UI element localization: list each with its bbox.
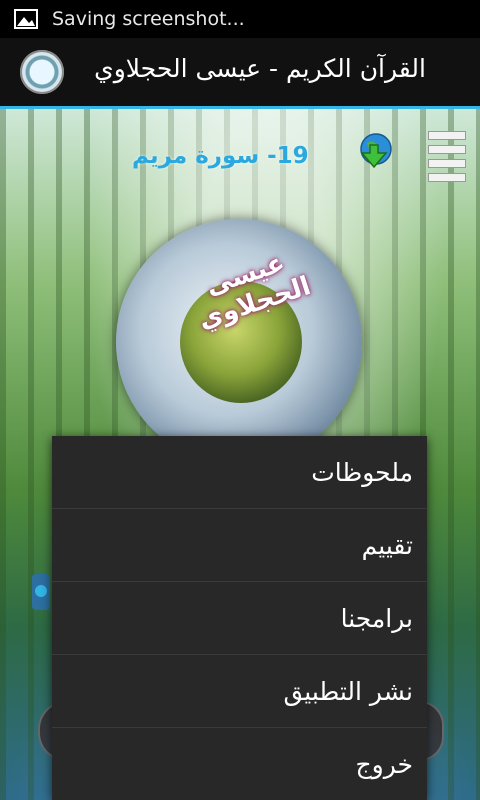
- status-bar: Saving screenshot...: [0, 0, 480, 38]
- download-globe-icon[interactable]: [352, 131, 394, 173]
- menu-item-rate[interactable]: تقييم: [52, 509, 427, 582]
- overflow-menu: ملحوظات تقييم برامجنا نشر التطبيق خروج: [52, 436, 427, 800]
- menu-item-notes[interactable]: ملحوظات: [52, 436, 427, 509]
- menu-item-our-apps[interactable]: برامجنا: [52, 582, 427, 655]
- hamburger-menu-icon[interactable]: [428, 131, 466, 182]
- image-icon: [14, 9, 38, 29]
- side-indicator[interactable]: [32, 574, 50, 610]
- app-title: القرآن الكريم - عيسى الحجلاوي: [94, 54, 426, 83]
- surah-label: 19- سورة مريم: [132, 143, 309, 169]
- menu-item-exit[interactable]: خروج: [52, 728, 427, 800]
- app-logo-icon[interactable]: [20, 50, 64, 94]
- status-notification-text: Saving screenshot...: [52, 8, 245, 30]
- menu-item-share-app[interactable]: نشر التطبيق: [52, 655, 427, 728]
- action-bar: القرآن الكريم - عيسى الحجلاوي: [0, 38, 480, 109]
